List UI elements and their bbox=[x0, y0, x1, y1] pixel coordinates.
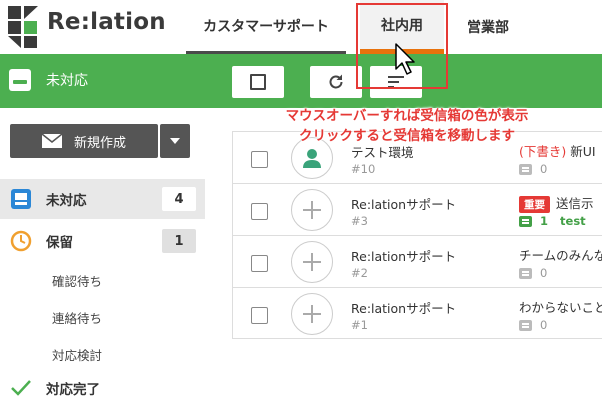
draft-label: (下書き) bbox=[519, 144, 567, 159]
annotation-line-1: マウスオーバーすれば受信箱の色が表示 bbox=[285, 108, 529, 124]
row-subject-text: わからないこと bbox=[519, 300, 602, 315]
checkbox-icon bbox=[250, 74, 266, 90]
person-icon bbox=[303, 149, 321, 168]
refresh-button[interactable] bbox=[310, 66, 362, 98]
inbox-icon bbox=[11, 189, 31, 209]
comment-count: 1 bbox=[540, 214, 549, 228]
row-comments: 0 bbox=[519, 318, 547, 332]
row-sender: Re:lationサポート bbox=[351, 249, 457, 264]
logo-text: Re:lation bbox=[47, 9, 166, 35]
row-ticket-id: #2 bbox=[351, 266, 368, 280]
clock-icon bbox=[10, 230, 32, 252]
sidebar-item-label: 保留 bbox=[46, 235, 73, 251]
sidebar-item-label: 対応完了 bbox=[46, 382, 100, 398]
select-all-button[interactable] bbox=[232, 66, 284, 98]
compose-button[interactable]: 新規作成 bbox=[10, 124, 158, 158]
row-sender: Re:lationサポート bbox=[351, 197, 457, 212]
mouse-cursor-icon bbox=[395, 43, 415, 75]
comment-icon bbox=[519, 163, 532, 175]
row-subject: わからないこと bbox=[519, 297, 602, 316]
caret-down-icon bbox=[170, 138, 180, 144]
list-item[interactable]: Re:lationサポート #3 重要 送信示 1 test bbox=[233, 184, 602, 236]
row-sender: Re:lationサポート bbox=[351, 301, 457, 316]
hold-count-badge: 1 bbox=[162, 229, 196, 253]
row-ticket-id: #1 bbox=[351, 318, 368, 332]
tab-label: 営業部 bbox=[467, 20, 509, 36]
refresh-icon bbox=[329, 74, 343, 89]
tab-label: カスタマーサポート bbox=[203, 18, 329, 35]
important-badge: 重要 bbox=[519, 196, 550, 213]
comment-count: 0 bbox=[540, 266, 548, 280]
plus-icon bbox=[303, 253, 321, 271]
sidebar-item-label: 未対応 bbox=[46, 193, 87, 209]
row-subject: チームのみんな bbox=[519, 245, 602, 264]
row-subject: 重要 送信示 bbox=[519, 193, 602, 213]
row-ticket-id: #3 bbox=[351, 214, 368, 228]
list-item[interactable]: Re:lationサポート #2 チームのみんな 0 bbox=[233, 236, 602, 288]
row-checkbox[interactable] bbox=[251, 307, 268, 324]
avatar bbox=[291, 241, 333, 283]
unread-count-badge: 4 bbox=[162, 187, 196, 211]
row-comments: 0 bbox=[519, 162, 547, 176]
row-checkbox[interactable] bbox=[251, 203, 268, 220]
tab-sales[interactable]: 営業部 bbox=[452, 0, 524, 54]
toolbar-title: 未対応 bbox=[46, 73, 88, 89]
relation-logo-icon[interactable] bbox=[8, 6, 40, 48]
mail-icon bbox=[41, 134, 62, 148]
row-ticket-id: #10 bbox=[351, 162, 376, 176]
comment-icon bbox=[519, 319, 532, 331]
comment-count: 0 bbox=[540, 162, 548, 176]
checkmark-icon bbox=[11, 380, 31, 396]
sidebar-item-done[interactable]: 対応完了 bbox=[10, 378, 100, 398]
annotation-text: マウスオーバーすれば受信箱の色が表示 クリックすると受信箱を移動します bbox=[242, 106, 572, 146]
sidebar-subitem-contact-waiting[interactable]: 連絡待ち bbox=[52, 308, 102, 327]
inbox-icon bbox=[9, 69, 31, 91]
sidebar-item-hold[interactable]: 保留 1 bbox=[0, 221, 205, 261]
sidebar-subitem-under-review[interactable]: 対応検討 bbox=[52, 345, 102, 364]
comment-count: 0 bbox=[540, 318, 548, 332]
plus-icon bbox=[303, 201, 321, 219]
row-comments: 0 bbox=[519, 266, 547, 280]
comment-icon bbox=[519, 267, 532, 279]
mailbox-toolbar: 未対応 bbox=[0, 54, 602, 108]
message-list: テスト環境 #10 (下書き) 新UI 0 Re:lationサポート #3 重… bbox=[232, 131, 602, 339]
row-subject-text: 新UI bbox=[566, 144, 596, 159]
avatar bbox=[291, 189, 333, 231]
sidebar-subitem-confirm-waiting[interactable]: 確認待ち bbox=[52, 271, 102, 290]
list-item[interactable]: Re:lationサポート #1 わからないこと 0 bbox=[233, 288, 602, 340]
compose-label: 新規作成 bbox=[73, 135, 126, 151]
app-header: Re:lation カスタマーサポート 社内用 営業部 bbox=[0, 0, 602, 54]
row-comments: 1 test bbox=[519, 214, 586, 228]
comment-text: test bbox=[560, 214, 586, 228]
comment-icon bbox=[519, 215, 532, 227]
row-subject-text: 送信示 bbox=[556, 196, 594, 211]
sidebar-item-unread[interactable]: 未対応 4 bbox=[0, 179, 205, 219]
row-checkbox[interactable] bbox=[251, 255, 268, 272]
tab-customer-support[interactable]: カスタマーサポート bbox=[186, 0, 346, 54]
compose-dropdown-button[interactable] bbox=[160, 124, 190, 158]
plus-icon bbox=[303, 305, 321, 323]
avatar bbox=[291, 293, 333, 335]
annotation-line-2: クリックすると受信箱を移動します bbox=[299, 128, 515, 144]
row-checkbox[interactable] bbox=[251, 151, 268, 168]
row-subject-text: チームのみんな bbox=[519, 248, 602, 263]
